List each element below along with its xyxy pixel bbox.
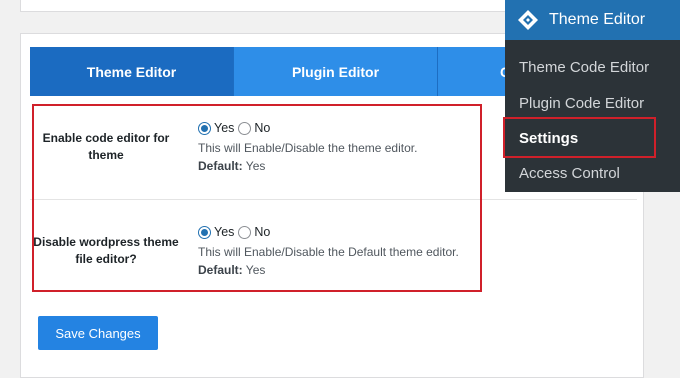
menu-item-access-control[interactable]: Access Control [519, 165, 620, 182]
menu-header[interactable]: Theme Editor [505, 0, 680, 40]
tab-theme-editor[interactable]: Theme Editor [30, 47, 234, 96]
menu-title: Theme Editor [549, 11, 646, 28]
tab-plugin-editor[interactable]: Plugin Editor [234, 47, 438, 96]
menu-item-plugin-code-editor[interactable]: Plugin Code Editor [519, 95, 644, 112]
tab-label: Plugin Editor [291, 63, 380, 80]
menu-item-theme-code-editor[interactable]: Theme Code Editor [519, 59, 649, 76]
theme-editor-logo-icon [518, 10, 538, 30]
admin-submenu: Theme Editor Theme Code Editor Plugin Co… [505, 0, 680, 192]
menu-highlight-box [503, 117, 656, 158]
tab-label: Theme Editor [86, 63, 177, 80]
save-changes-button[interactable]: Save Changes [38, 316, 158, 350]
settings-highlight-box [32, 104, 482, 292]
